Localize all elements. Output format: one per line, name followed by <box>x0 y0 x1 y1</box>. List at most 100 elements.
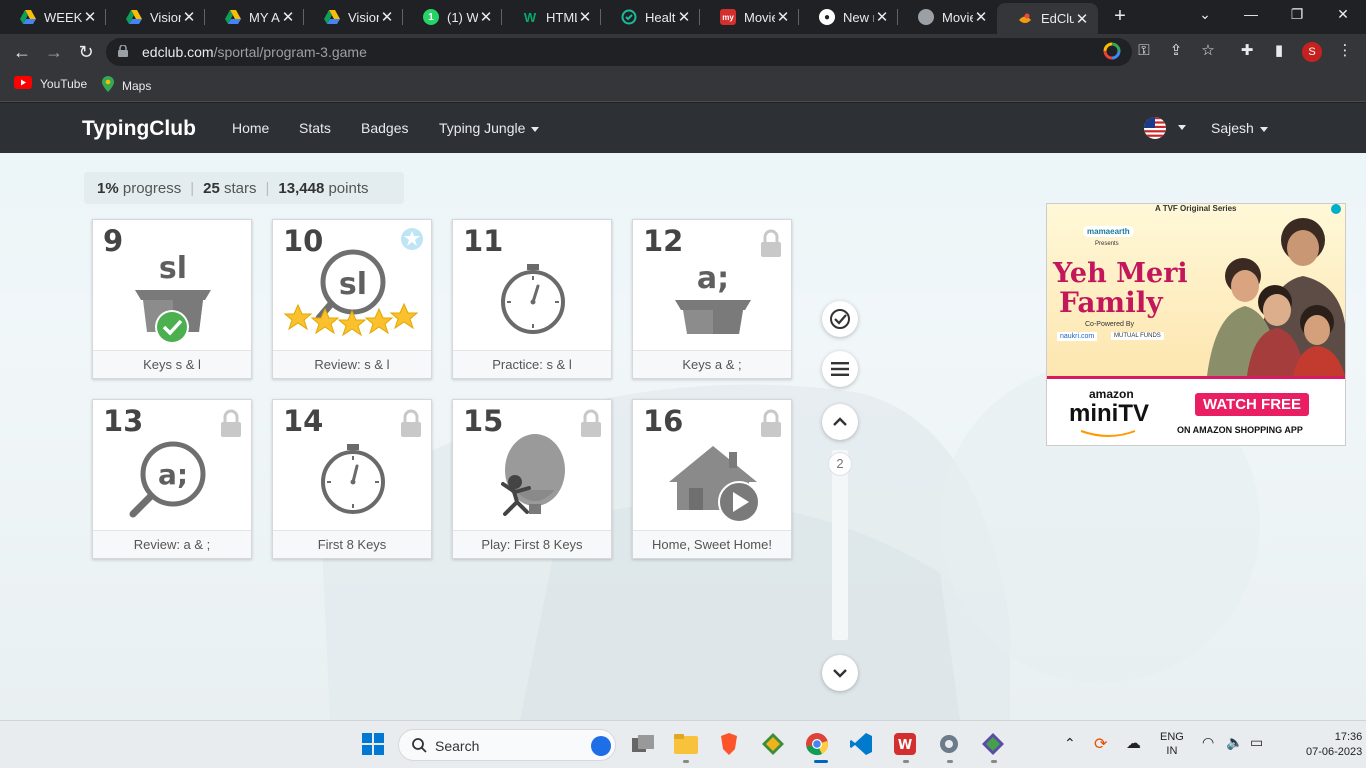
close-icon[interactable]: ✕ <box>775 8 791 26</box>
lesson-card-10[interactable]: sl 10 Review: s & l <box>272 219 432 379</box>
task-view-icon[interactable] <box>630 731 656 757</box>
battery-icon[interactable]: ▭ <box>1250 734 1263 751</box>
menu-button[interactable] <box>822 351 858 387</box>
advertisement-banner[interactable]: A TVF Original Series mamaearth Presents… <box>1046 203 1346 446</box>
share-icon[interactable]: ⇪ <box>1167 42 1185 60</box>
bookmark-label: YouTube <box>40 77 88 91</box>
settings-gear-icon[interactable] <box>936 731 962 757</box>
tab-title: Vision <box>348 9 379 25</box>
cloud-icon[interactable]: ☁ <box>1126 734 1141 752</box>
tab-movie-2[interactable]: Movie ✕ <box>898 3 997 31</box>
stars-count: 25 <box>203 179 220 197</box>
tab-health[interactable]: Health ✕ <box>601 3 700 31</box>
nav-stats[interactable]: Stats <box>299 120 331 136</box>
app-diamond-icon-2[interactable] <box>980 731 1006 757</box>
bookmark-youtube[interactable]: YouTube <box>14 76 87 92</box>
lesson-card-14[interactable]: 14 First 8 Keys <box>272 399 432 559</box>
page-scroll-track[interactable] <box>832 450 848 640</box>
chevron-down-icon[interactable] <box>1178 125 1186 130</box>
chevron-up-icon[interactable]: ⌃ <box>1064 735 1076 752</box>
lesson-card-15[interactable]: 15 Play: First 8 Keys <box>452 399 612 559</box>
lesson-card-9[interactable]: sl 9 Keys s & l <box>92 219 252 379</box>
new-tab-button[interactable]: + <box>1110 6 1130 26</box>
address-bar[interactable]: edclub.com/sportal/program-3.game <box>106 38 1132 66</box>
brave-browser-icon[interactable] <box>716 731 742 757</box>
menu-kebab-icon[interactable]: ⋮ <box>1336 42 1354 60</box>
tab-vision-2[interactable]: Vision ✕ <box>304 3 403 31</box>
language-indicator[interactable]: ENG IN <box>1160 730 1184 758</box>
close-icon[interactable]: ✕ <box>478 8 494 26</box>
lesson-card-12[interactable]: a; 12 Keys a & ; <box>632 219 792 379</box>
volume-icon[interactable]: 🔈 <box>1226 734 1243 751</box>
bookmark-star-icon[interactable]: ☆ <box>1199 42 1217 60</box>
maximize-button[interactable]: ❐ <box>1282 6 1312 23</box>
minimize-button[interactable]: — <box>1236 6 1266 22</box>
sync-icon[interactable]: ⟳ <box>1094 734 1107 754</box>
vscode-icon[interactable] <box>848 731 874 757</box>
close-icon[interactable]: ✕ <box>280 8 296 26</box>
close-window-button[interactable]: ✕ <box>1328 6 1358 23</box>
tab-search-icon[interactable]: ⌄ <box>1190 6 1220 23</box>
close-icon[interactable]: ✕ <box>874 8 890 26</box>
clock[interactable]: 17:36 07-06-2023 <box>1306 730 1362 760</box>
profile-avatar[interactable]: S <box>1302 42 1322 62</box>
close-icon[interactable]: ✕ <box>82 8 98 26</box>
lesson-card-11[interactable]: 11 Practice: s & l <box>452 219 612 379</box>
tab-whatsapp[interactable]: 1 (1) Wh ✕ <box>403 3 502 31</box>
lesson-glyph: a; <box>158 458 188 491</box>
check-progress-button[interactable] <box>822 301 858 337</box>
tab-new-re[interactable]: ● New re ✕ <box>799 3 898 31</box>
taskbar-search[interactable]: Search <box>398 729 616 761</box>
us-flag-icon[interactable] <box>1144 117 1166 139</box>
close-icon[interactable]: ✕ <box>1074 10 1090 28</box>
key-icon[interactable]: ⚿ <box>1135 42 1153 60</box>
ad-info-icon[interactable] <box>1331 204 1341 214</box>
chevron-down-icon <box>833 669 847 678</box>
bookmark-maps[interactable]: Maps <box>102 76 151 95</box>
tab-edclub[interactable]: EdClub ✕ <box>997 3 1098 34</box>
tab-my-af[interactable]: MY AF ✕ <box>205 3 304 31</box>
ad-watch-free-button[interactable]: WATCH FREE <box>1195 393 1310 416</box>
lesson-card-13[interactable]: a; 13 Review: a & ; <box>92 399 252 559</box>
wifi-icon[interactable]: ◠ <box>1202 734 1214 751</box>
tab-html[interactable]: W HTML ✕ <box>502 3 601 31</box>
windows-start-icon[interactable] <box>360 731 386 757</box>
close-icon[interactable]: ✕ <box>973 8 989 26</box>
nav-badges[interactable]: Badges <box>361 120 408 136</box>
ad-partner-1: naukri.com <box>1057 332 1098 341</box>
tab-vision-1[interactable]: Vision ✕ <box>106 3 205 31</box>
close-icon[interactable]: ✕ <box>577 8 593 26</box>
progress-percent: 1% <box>97 179 119 197</box>
nav-home[interactable]: Home <box>232 120 269 136</box>
tab-week[interactable]: WEEK ✕ <box>0 3 106 31</box>
typingclub-logo[interactable]: TypingClub <box>82 117 196 141</box>
file-explorer-icon[interactable] <box>673 731 699 757</box>
nav-typing-jungle-label: Typing Jungle <box>439 120 526 136</box>
ad-show-title-line1: Yeh Meri <box>1053 258 1188 289</box>
app-diamond-icon[interactable] <box>760 731 786 757</box>
ad-cta-subtext: ON AMAZON SHOPPING APP <box>1177 425 1303 435</box>
tab-movie-1[interactable]: my Movie ✕ <box>700 3 799 31</box>
chrome-icon[interactable] <box>804 731 830 757</box>
youtube-icon <box>14 76 32 92</box>
user-menu[interactable]: Sajesh <box>1211 120 1268 136</box>
back-button[interactable]: ← <box>12 42 32 62</box>
google-lens-icon[interactable] <box>1103 42 1121 60</box>
nav-typing-jungle[interactable]: Typing Jungle <box>439 120 540 136</box>
reload-button[interactable]: ↻ <box>76 42 96 62</box>
page-number-indicator[interactable]: 2 <box>828 452 852 476</box>
scroll-down-button[interactable] <box>822 655 858 691</box>
forward-button[interactable]: → <box>44 42 64 62</box>
lesson-card-16[interactable]: 16 Home, Sweet Home! <box>632 399 792 559</box>
google-drive-icon <box>20 9 36 25</box>
hamburger-icon <box>831 362 849 376</box>
scroll-up-button[interactable] <box>822 404 858 440</box>
lock-icon <box>118 45 128 57</box>
wps-office-icon[interactable]: W <box>892 731 918 757</box>
extensions-icon[interactable]: ✚ <box>1238 42 1256 60</box>
close-icon[interactable]: ✕ <box>181 8 197 26</box>
lesson-number: 13 <box>103 404 144 438</box>
side-panel-icon[interactable]: ▮ <box>1270 42 1288 60</box>
close-icon[interactable]: ✕ <box>676 8 692 26</box>
close-icon[interactable]: ✕ <box>379 8 395 26</box>
